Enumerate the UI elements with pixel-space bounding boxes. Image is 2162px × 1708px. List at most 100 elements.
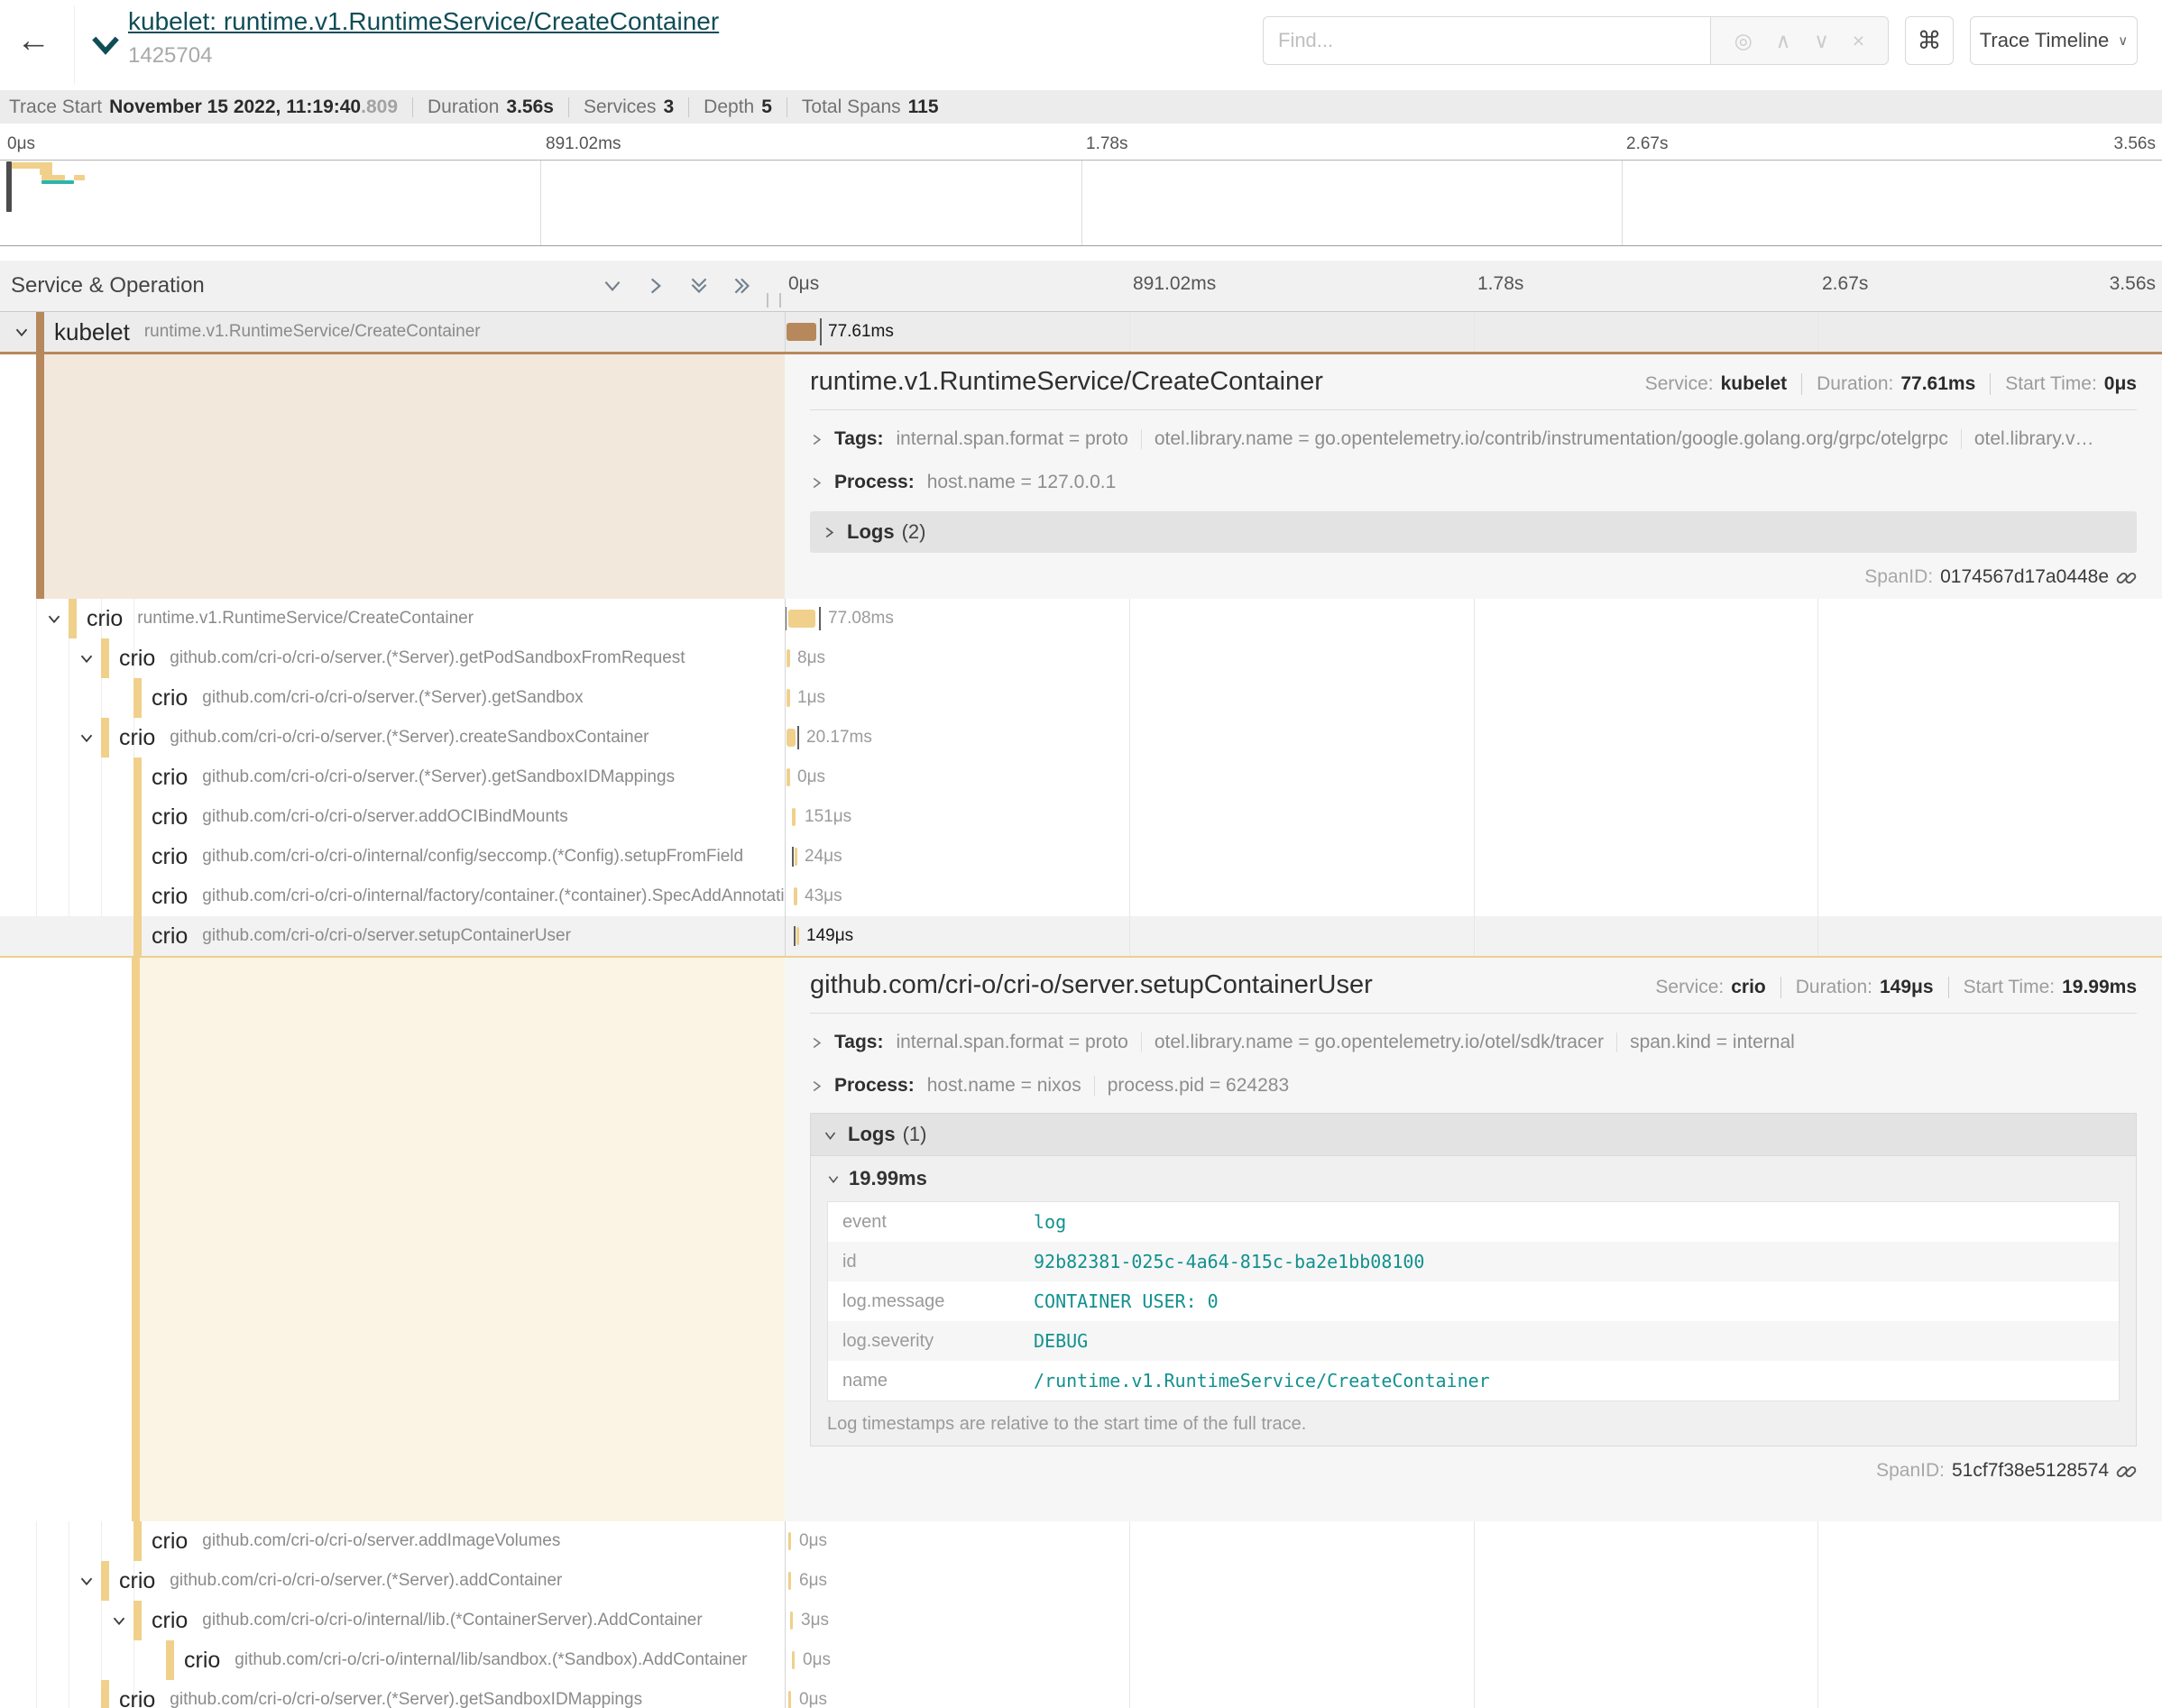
log-field-value: /runtime.v1.RuntimeService/CreateContain…: [1034, 1370, 1490, 1391]
span-name-cell[interactable]: crio github.com/cri-o/cri-o/server.addIm…: [0, 1521, 785, 1561]
link-icon[interactable]: [2116, 1461, 2137, 1482]
span-duration-bar[interactable]: [788, 610, 815, 628]
span-row[interactable]: crio github.com/cri-o/cri-o/internal/fac…: [0, 877, 2162, 916]
span-row[interactable]: kubelet runtime.v1.RuntimeService/Create…: [0, 312, 2162, 352]
span-name-cell[interactable]: crio github.com/cri-o/cri-o/server.(*Ser…: [0, 1561, 785, 1601]
span-duration-bar[interactable]: [787, 323, 816, 341]
span-duration-bar[interactable]: [790, 1612, 793, 1630]
span-color-bar: [101, 1561, 109, 1601]
find-input[interactable]: [1263, 16, 1710, 65]
find-prev-icon[interactable]: ∧: [1776, 29, 1791, 53]
trace-title[interactable]: kubelet: runtime.v1.RuntimeService/Creat…: [128, 7, 719, 36]
span-row[interactable]: crio github.com/cri-o/cri-o/server.addOC…: [0, 797, 2162, 837]
span-name-cell[interactable]: crio github.com/cri-o/cri-o/internal/lib…: [0, 1640, 785, 1680]
log-field-row[interactable]: log.message CONTAINER USER: 0: [828, 1281, 2119, 1321]
chevron-down-icon[interactable]: [44, 609, 64, 629]
span-row[interactable]: crio github.com/cri-o/cri-o/internal/lib…: [0, 1640, 2162, 1680]
expand-all-icon[interactable]: [731, 274, 754, 298]
span-name-cell[interactable]: crio runtime.v1.RuntimeService/CreateCon…: [0, 599, 785, 638]
tags-toggle[interactable]: Tags: internal.span.format = proto otel.…: [810, 1028, 2137, 1057]
span-name-cell[interactable]: crio github.com/cri-o/cri-o/internal/lib…: [0, 1601, 785, 1640]
span-name-cell[interactable]: crio github.com/cri-o/cri-o/server.(*Ser…: [0, 718, 785, 758]
span-name-cell[interactable]: crio github.com/cri-o/cri-o/server.addOC…: [0, 797, 785, 837]
span-duration-label: 24μs: [805, 847, 842, 867]
log-field-row[interactable]: id 92b82381-025c-4a64-815c-ba2e1bb08100: [828, 1242, 2119, 1281]
log-field-row[interactable]: name /runtime.v1.RuntimeService/CreateCo…: [828, 1361, 2119, 1400]
span-row[interactable]: crio runtime.v1.RuntimeService/CreateCon…: [0, 599, 2162, 638]
span-row[interactable]: crio github.com/cri-o/cri-o/server.(*Ser…: [0, 1561, 2162, 1601]
span-row[interactable]: crio github.com/cri-o/cri-o/server.(*Ser…: [0, 758, 2162, 797]
chevron-down-icon[interactable]: [77, 1571, 97, 1591]
find-next-icon[interactable]: ∨: [1814, 29, 1829, 53]
find-clear-icon[interactable]: ×: [1853, 29, 1864, 53]
logs-toggle[interactable]: Logs (1): [811, 1114, 2136, 1156]
log-field-row[interactable]: log.severity DEBUG: [828, 1321, 2119, 1361]
span-name-cell[interactable]: kubelet runtime.v1.RuntimeService/Create…: [0, 312, 785, 352]
process-toggle[interactable]: Process: host.name = 127.0.0.1: [810, 468, 2137, 497]
summary-label: Trace Start: [9, 96, 102, 118]
span-name-cell[interactable]: crio github.com/cri-o/cri-o/server.(*Ser…: [0, 1680, 785, 1708]
keyboard-shortcuts-button[interactable]: ⌘: [1905, 16, 1954, 65]
log-field-row[interactable]: event log: [828, 1202, 2119, 1242]
logs-toggle[interactable]: Logs (2): [810, 511, 2137, 553]
collapse-all-icon[interactable]: [687, 274, 711, 298]
trace-summary-bar: Trace Start November 15 2022, 11:19:40 .…: [0, 90, 2162, 124]
span-duration-bar[interactable]: [788, 1532, 791, 1550]
span-duration-bar[interactable]: [792, 808, 796, 826]
span-duration-bar[interactable]: [796, 927, 799, 945]
header-divider: [74, 5, 75, 85]
minimap-drag-handle[interactable]: [6, 161, 12, 212]
minimap-canvas[interactable]: [0, 160, 2162, 246]
span-duration-bar[interactable]: [792, 1651, 795, 1669]
timeline-ruler: 0μs 891.02ms 1.78s 2.67s 3.56s: [785, 261, 2162, 311]
span-row[interactable]: crio github.com/cri-o/cri-o/server.(*Ser…: [0, 718, 2162, 758]
span-color-bar: [133, 678, 142, 718]
meta-label: Start Time:: [1964, 977, 2056, 998]
span-row[interactable]: crio github.com/cri-o/cri-o/internal/con…: [0, 837, 2162, 877]
span-row[interactable]: crio github.com/cri-o/cri-o/server.addIm…: [0, 1521, 2162, 1561]
span-duration-label: 8μs: [797, 648, 825, 668]
detail-indent-fill: [44, 354, 785, 599]
link-icon[interactable]: [2116, 567, 2137, 588]
process-toggle[interactable]: Process: host.name = nixos process.pid =…: [810, 1071, 2137, 1100]
span-row[interactable]: crio github.com/cri-o/cri-o/internal/lib…: [0, 1601, 2162, 1640]
span-color-bar: [133, 797, 142, 837]
log-field-value: DEBUG: [1034, 1330, 1088, 1352]
chevron-down-icon[interactable]: [12, 322, 32, 342]
span-duration-bar[interactable]: [788, 1691, 791, 1708]
span-duration-bar[interactable]: [788, 1572, 791, 1590]
span-duration-bar[interactable]: [794, 887, 797, 905]
span-duration-label: 43μs: [805, 886, 842, 906]
span-name-cell[interactable]: crio github.com/cri-o/cri-o/internal/con…: [0, 837, 785, 877]
chevron-down-icon[interactable]: [77, 648, 97, 668]
span-duration-label: 77.61ms: [828, 322, 894, 342]
expand-one-icon[interactable]: [644, 274, 667, 298]
span-row[interactable]: crio github.com/cri-o/cri-o/server.(*Ser…: [0, 638, 2162, 678]
collapse-one-icon[interactable]: [601, 274, 624, 298]
span-duration-bar[interactable]: [795, 848, 797, 866]
span-row[interactable]: crio github.com/cri-o/cri-o/server.setup…: [0, 916, 2162, 956]
trace-view-select[interactable]: Trace Timeline ∨: [1970, 16, 2138, 65]
chevron-down-icon[interactable]: [77, 728, 97, 748]
span-marker: [794, 926, 796, 946]
span-name-cell[interactable]: crio github.com/cri-o/cri-o/server.setup…: [0, 916, 785, 956]
tags-toggle[interactable]: Tags: internal.span.format = proto otel.…: [810, 425, 2137, 454]
span-name-cell[interactable]: crio github.com/cri-o/cri-o/server.(*Ser…: [0, 758, 785, 797]
span-name-cell[interactable]: crio github.com/cri-o/cri-o/server.(*Ser…: [0, 638, 785, 678]
span-row[interactable]: crio github.com/cri-o/cri-o/server.(*Ser…: [0, 678, 2162, 718]
span-duration-bar[interactable]: [787, 729, 796, 747]
span-row[interactable]: crio github.com/cri-o/cri-o/server.(*Ser…: [0, 1680, 2162, 1708]
span-duration-bar[interactable]: [787, 768, 790, 786]
span-duration-bar[interactable]: [787, 689, 790, 707]
log-entry-toggle[interactable]: 19.99ms: [827, 1167, 2120, 1190]
span-duration-bar[interactable]: [787, 649, 790, 667]
column-resizer-grip[interactable]: [767, 293, 781, 308]
span-name-cell[interactable]: crio github.com/cri-o/cri-o/server.(*Ser…: [0, 678, 785, 718]
detail-card: github.com/cri-o/cri-o/server.setupConta…: [785, 958, 2162, 1521]
span-name-cell[interactable]: crio github.com/cri-o/cri-o/internal/fac…: [0, 877, 785, 916]
chevron-down-icon[interactable]: [109, 1611, 129, 1630]
trace-title-chevron-down-icon[interactable]: [90, 34, 121, 58]
span-duration-label: 20.17ms: [806, 728, 872, 748]
locate-icon[interactable]: ◎: [1734, 29, 1753, 53]
back-icon[interactable]: ←: [16, 22, 51, 60]
